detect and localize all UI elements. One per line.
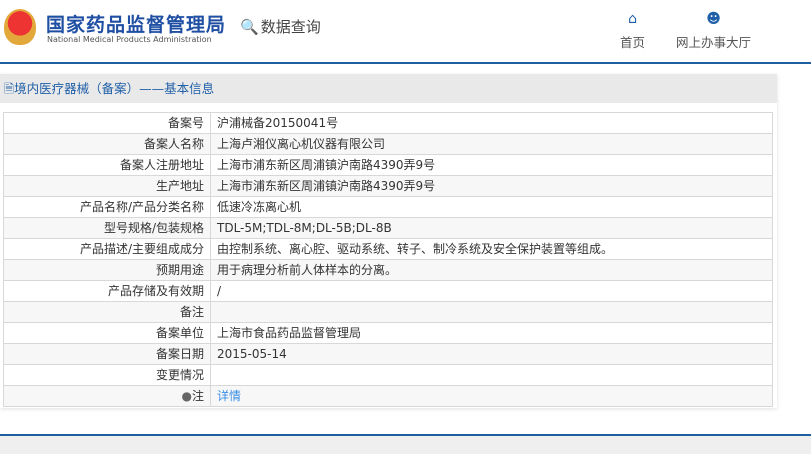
table-row: 产品名称/产品分类名称 低速冷冻离心机 bbox=[3, 196, 773, 218]
nav-online-hall[interactable]: ☻ 网上办事大厅 bbox=[676, 12, 751, 51]
logo-title[interactable]: 国家药品监督管理局 bbox=[46, 10, 226, 37]
logo-subtitle: National Medical Products Administration bbox=[47, 35, 212, 44]
table-row: 备案人名称 上海卢湘仪离心机仪器有限公司 bbox=[3, 133, 773, 155]
table-row: 预期用途 用于病理分析前人体样本的分离。 bbox=[3, 259, 773, 281]
table-row: 产品描述/主要组成成分 由控制系统、离心腔、驱动系统、转子、制冷系统及安全保护装置… bbox=[3, 238, 773, 260]
nav-home-label: 首页 bbox=[620, 35, 646, 50]
row-value: / bbox=[210, 280, 773, 302]
row-label: 产品存储及有效期 bbox=[3, 280, 211, 302]
home-icon: ⌂ bbox=[628, 11, 637, 27]
table-row: 备案单位 上海市食品药品监督管理局 bbox=[3, 322, 773, 344]
row-label: 型号规格/包装规格 bbox=[3, 217, 211, 239]
table-row: 备案人注册地址 上海市浦东新区周浦镇沪南路4390弄9号 bbox=[3, 154, 773, 176]
row-label: 产品名称/产品分类名称 bbox=[3, 196, 211, 218]
row-label: 预期用途 bbox=[3, 259, 211, 281]
basic-info-panel: 🗎境内医疗器械（备案）——基本信息 备案号 沪浦械备20150041号 备案人名称上… bbox=[0, 74, 777, 408]
table-row: 备注 bbox=[3, 301, 773, 323]
user-icon: ☻ bbox=[706, 11, 721, 27]
row-value bbox=[210, 301, 773, 323]
document-search-icon: 🔍 bbox=[240, 17, 259, 36]
nav-online-hall-label: 网上办事大厅 bbox=[676, 35, 752, 50]
table-row: 生产地址 上海市浦东新区周浦镇沪南路4390弄9号 bbox=[3, 175, 773, 197]
table-row: 产品存储及有效期 / bbox=[3, 280, 773, 302]
row-value: 用于病理分析前人体样本的分离。 bbox=[210, 259, 773, 281]
table-row: 备案号 沪浦械备20150041号 bbox=[3, 112, 773, 134]
row-label: 备注 bbox=[3, 301, 211, 323]
row-value: 上海市浦东新区周浦镇沪南路4390弄9号 bbox=[210, 154, 773, 176]
row-label: 产品描述/主要组成成分 bbox=[3, 238, 211, 260]
row-value bbox=[210, 364, 773, 386]
document-icon: 🗎 bbox=[4, 81, 15, 96]
row-value: 上海市浦东新区周浦镇沪南路4390弄9号 bbox=[210, 175, 773, 197]
info-table: 备案号 沪浦械备20150041号 备案人名称 上海卢湘仪离心机仪器有限公司 备案人注册… bbox=[3, 112, 773, 407]
row-label: ●注 bbox=[3, 385, 211, 407]
row-label: 备案日期 bbox=[3, 343, 211, 365]
site-header: 国家药品监督管理局 National Medical Products Admi… bbox=[0, 0, 811, 64]
row-label: 备案单位 bbox=[3, 322, 211, 344]
row-label: 备案号 bbox=[3, 112, 211, 134]
row-value: 详情 bbox=[210, 385, 773, 407]
row-value: TDL-5M;TDL-8M;DL-5B;DL-8B bbox=[210, 217, 773, 239]
row-label: 生产地址 bbox=[3, 175, 211, 197]
details-link[interactable]: 详情 bbox=[217, 389, 241, 403]
pin-icon: ● bbox=[181, 388, 192, 403]
national-emblem-logo bbox=[4, 9, 36, 45]
row-value: 由控制系统、离心腔、驱动系统、转子、制冷系统及安全保护装置等组成。 bbox=[210, 238, 773, 260]
row-label: 变更情况 bbox=[3, 364, 211, 386]
row-value: 上海卢湘仪离心机仪器有限公司 bbox=[210, 133, 773, 155]
row-label: 备案人名称 bbox=[3, 133, 211, 155]
panel-title: 🗎境内医疗器械（备案）——基本信息 bbox=[0, 74, 777, 103]
row-label: 备案人注册地址 bbox=[3, 154, 211, 176]
data-query-link[interactable]: 🔍 数据查询 bbox=[240, 16, 321, 37]
row-value: 上海市食品药品监督管理局 bbox=[210, 322, 773, 344]
data-query-label: 数据查询 bbox=[260, 18, 321, 36]
row-value: 2015-05-14 bbox=[210, 343, 773, 365]
table-row: 备案日期 2015-05-14 bbox=[3, 343, 773, 365]
table-row: 变更情况 bbox=[3, 364, 773, 386]
footer bbox=[0, 434, 811, 454]
table-row-note: ●注 详情 bbox=[3, 385, 773, 407]
nav-home[interactable]: ⌂ 首页 bbox=[620, 12, 645, 51]
row-value: 沪浦械备20150041号 bbox=[210, 112, 773, 134]
row-value: 低速冷冻离心机 bbox=[210, 196, 773, 218]
table-row: 型号规格/包装规格 TDL-5M;TDL-8M;DL-5B;DL-8B bbox=[3, 217, 773, 239]
